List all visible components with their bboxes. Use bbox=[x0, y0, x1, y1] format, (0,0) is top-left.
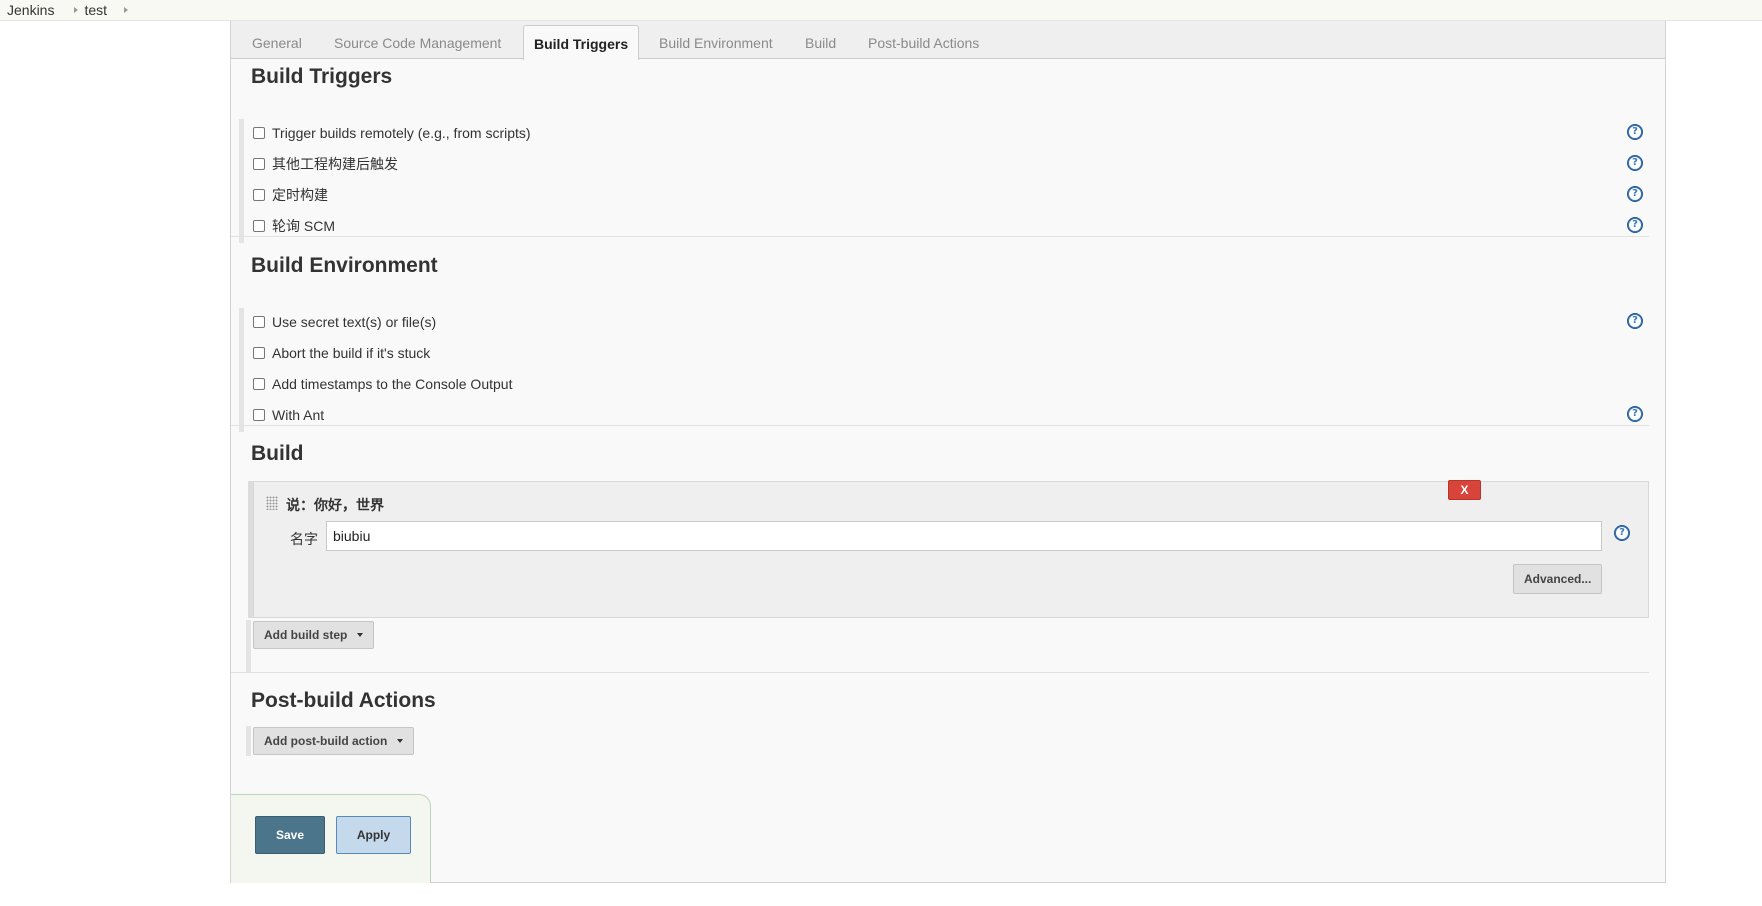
section-title-post-build-actions: Post-build Actions bbox=[251, 689, 436, 712]
help-icon[interactable]: ? bbox=[1627, 406, 1643, 422]
add-build-step-label: Add build step bbox=[264, 628, 348, 642]
build-periodically-checkbox[interactable] bbox=[253, 189, 265, 201]
breadcrumb-item-jenkins[interactable]: Jenkins bbox=[0, 2, 84, 18]
option-build-after-other-projects[interactable]: 其他工程构建后触发 bbox=[253, 154, 398, 174]
option-with-ant[interactable]: With Ant bbox=[253, 405, 324, 425]
abort-if-stuck-checkbox[interactable] bbox=[253, 347, 265, 359]
tab-build[interactable]: Build bbox=[805, 35, 836, 51]
chevron-right-icon[interactable] bbox=[124, 7, 129, 13]
add-timestamps-checkbox[interactable] bbox=[253, 378, 265, 390]
poll-scm-checkbox[interactable] bbox=[253, 220, 265, 232]
help-icon[interactable]: ? bbox=[1614, 525, 1630, 541]
section-title-build-triggers: Build Triggers bbox=[251, 65, 393, 88]
section-bar bbox=[246, 620, 251, 673]
add-post-build-action-label: Add post-build action bbox=[264, 734, 388, 748]
option-label: Trigger builds remotely (e.g., from scri… bbox=[272, 125, 531, 141]
option-label: 轮询 SCM bbox=[272, 218, 335, 234]
option-label: 定时构建 bbox=[272, 187, 328, 203]
tab-build-triggers[interactable]: Build Triggers bbox=[523, 25, 640, 60]
apply-button[interactable]: Apply bbox=[336, 816, 411, 854]
section-divider bbox=[231, 425, 1649, 426]
section-bar bbox=[239, 308, 244, 432]
breadcrumb-item-test[interactable]: test bbox=[84, 2, 134, 18]
section-title-build: Build bbox=[251, 442, 304, 465]
chevron-right-icon[interactable] bbox=[74, 7, 79, 13]
tab-source-code-management[interactable]: Source Code Management bbox=[334, 35, 501, 51]
add-post-build-action-button[interactable]: Add post-build action bbox=[253, 727, 415, 755]
tab-general[interactable]: General bbox=[252, 35, 302, 51]
build-after-other-projects-checkbox[interactable] bbox=[253, 158, 265, 170]
trigger-remotely-checkbox[interactable] bbox=[253, 127, 265, 139]
form-action-bar: Save Apply bbox=[231, 794, 431, 883]
section-divider bbox=[231, 672, 1649, 673]
add-build-step-button[interactable]: Add build step bbox=[253, 621, 375, 649]
with-ant-checkbox[interactable] bbox=[253, 409, 265, 421]
delete-step-button[interactable]: X bbox=[1448, 480, 1481, 500]
option-label: Use secret text(s) or file(s) bbox=[272, 314, 437, 330]
caret-down-icon bbox=[357, 633, 364, 637]
section-divider bbox=[231, 236, 1649, 237]
config-tabbar: General Source Code Management Build Tri… bbox=[231, 21, 1665, 60]
breadcrumb-label[interactable]: test bbox=[84, 2, 107, 18]
help-icon[interactable]: ? bbox=[1627, 124, 1643, 140]
tab-build-environment[interactable]: Build Environment bbox=[659, 35, 773, 51]
option-add-timestamps[interactable]: Add timestamps to the Console Output bbox=[253, 374, 512, 394]
job-config-panel: General Source Code Management Build Tri… bbox=[230, 21, 1666, 883]
option-abort-if-stuck[interactable]: Abort the build if it's stuck bbox=[253, 343, 430, 363]
help-icon[interactable]: ? bbox=[1627, 186, 1643, 202]
tab-post-build-actions[interactable]: Post-build Actions bbox=[868, 35, 979, 51]
name-field-label: 名字 bbox=[290, 531, 318, 547]
advanced-button[interactable]: Advanced... bbox=[1513, 564, 1603, 594]
section-bar bbox=[239, 119, 244, 243]
help-icon[interactable]: ? bbox=[1627, 217, 1643, 233]
build-step-say-hello: 说：你好，世界 X 名字 ? Advanced... bbox=[253, 480, 1649, 618]
save-button[interactable]: Save bbox=[255, 816, 325, 854]
caret-down-icon bbox=[397, 739, 404, 743]
option-label: Add timestamps to the Console Output bbox=[272, 376, 513, 392]
option-poll-scm[interactable]: 轮询 SCM bbox=[253, 216, 335, 236]
option-label: Abort the build if it's stuck bbox=[272, 345, 431, 361]
option-label: 其他工程构建后触发 bbox=[272, 156, 398, 172]
drag-handle-icon[interactable] bbox=[266, 496, 278, 510]
help-icon[interactable]: ? bbox=[1627, 313, 1643, 329]
breadcrumb: Jenkins test bbox=[0, 0, 1762, 21]
use-secret-text-checkbox[interactable] bbox=[253, 316, 265, 328]
name-field[interactable] bbox=[326, 521, 1602, 551]
help-icon[interactable]: ? bbox=[1627, 155, 1643, 171]
option-label: With Ant bbox=[272, 407, 325, 423]
option-trigger-remotely[interactable]: Trigger builds remotely (e.g., from scri… bbox=[253, 123, 531, 143]
build-step-title: 说：你好，世界 bbox=[286, 497, 384, 513]
option-use-secret-text[interactable]: Use secret text(s) or file(s) bbox=[253, 312, 436, 332]
section-bar bbox=[246, 726, 251, 756]
option-build-periodically[interactable]: 定时构建 bbox=[253, 185, 328, 205]
section-title-build-environment: Build Environment bbox=[251, 254, 438, 277]
breadcrumb-label[interactable]: Jenkins bbox=[7, 2, 54, 18]
